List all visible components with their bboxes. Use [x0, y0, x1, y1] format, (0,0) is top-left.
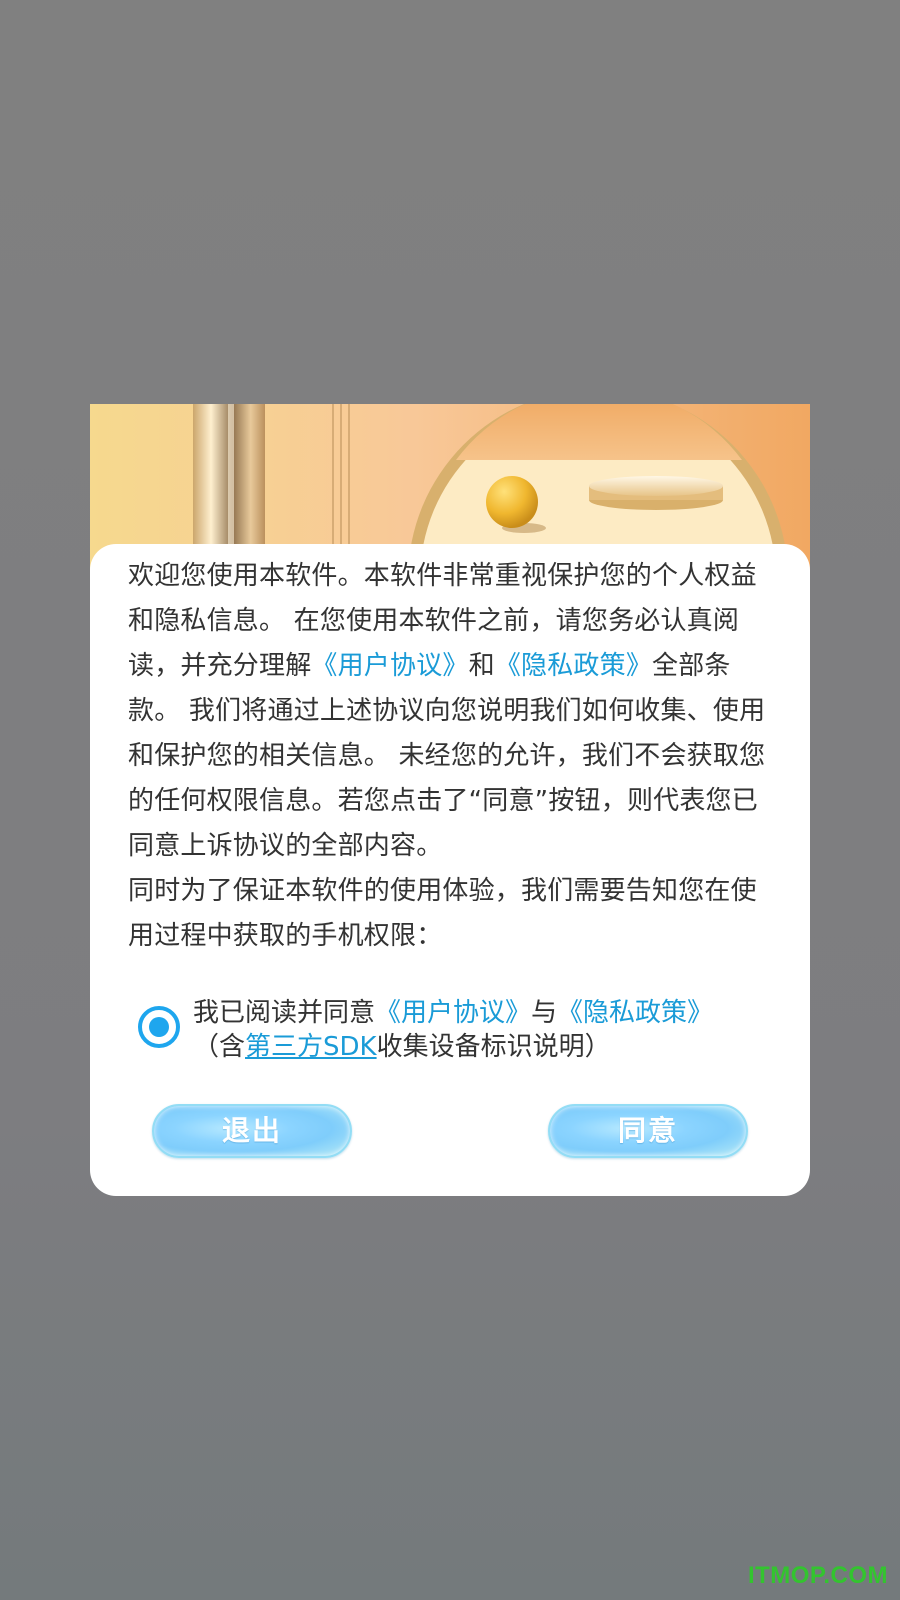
third-party-sdk-link[interactable]: 第三方SDK: [245, 1032, 377, 1062]
privacy-policy-link[interactable]: 《隐私政策》: [495, 651, 652, 681]
consent-radio-button[interactable]: [138, 1006, 180, 1048]
consent-with: 与: [531, 998, 558, 1028]
consent-paren-open: （含: [193, 1032, 246, 1062]
exit-button[interactable]: 退出: [152, 1104, 352, 1158]
watermark: ITMOP.COM: [747, 1562, 888, 1589]
consent-user-agreement-link[interactable]: 《用户协议》: [375, 998, 531, 1028]
notice-conjunction: 和: [468, 651, 495, 681]
notice-text-part3: 同时为了保证本软件的使用体验，我们需要告知您在使用过程中获取的手机权限：: [128, 876, 757, 951]
user-agreement-link[interactable]: 《用户协议》: [311, 651, 468, 681]
notice-text-part2: 全部条款。 我们将通过上述协议向您说明我们如何收集、使用和保护您的相关信息。 未…: [128, 651, 766, 861]
consent-prefix: 我已阅读并同意: [193, 998, 376, 1028]
radio-selected-dot: [149, 1017, 169, 1037]
consent-text: 我已阅读并同意《用户协议》与《隐私政策》 （含第三方SDK收集设备标识说明）: [193, 996, 783, 1064]
privacy-notice-text: 欢迎您使用本软件。本软件非常重视保护您的个人权益和隐私信息。 在您使用本软件之前…: [128, 554, 776, 959]
consent-privacy-policy-link[interactable]: 《隐私政策》: [557, 998, 713, 1028]
agree-button[interactable]: 同意: [548, 1104, 748, 1158]
consent-suffix: 收集设备标识说明）: [376, 1032, 611, 1062]
privacy-consent-dialog: 欢迎您使用本软件。本软件非常重视保护您的个人权益和隐私信息。 在您使用本软件之前…: [90, 404, 810, 1196]
